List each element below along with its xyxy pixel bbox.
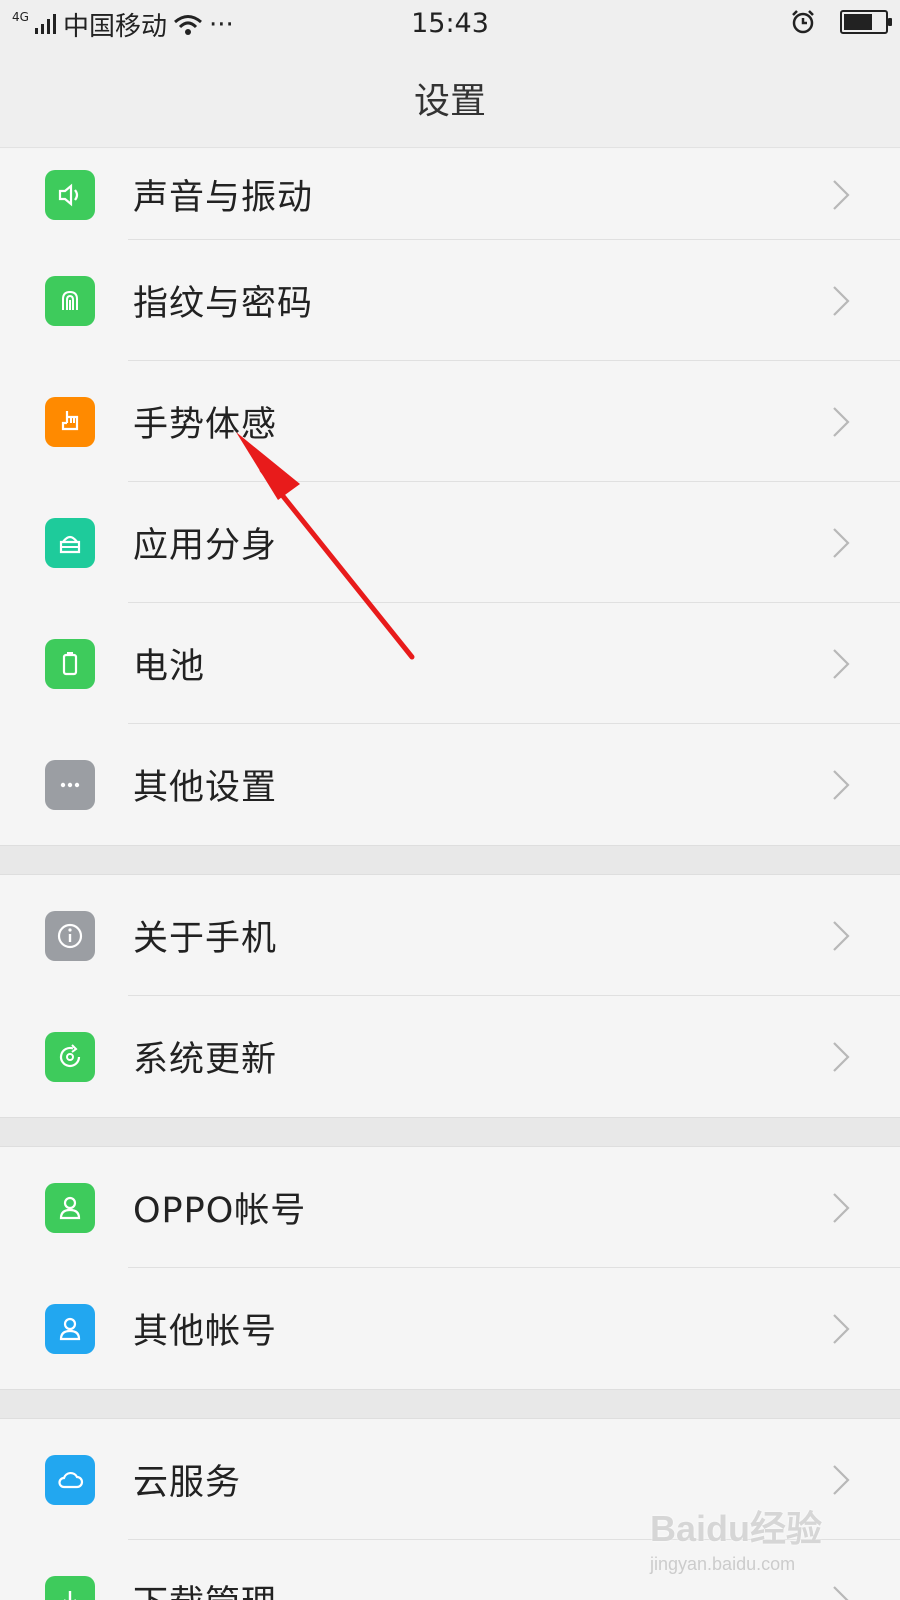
settings-item-label: 其他帐号 (133, 1312, 278, 1352)
chevron-right-icon (830, 768, 852, 802)
settings-group: 关于手机 系统更新 (0, 875, 900, 1117)
settings-item-label: 下载管理 (133, 1575, 277, 1600)
settings-item-label: 指纹与密码 (133, 284, 314, 324)
settings-item-label: 电池 (133, 647, 206, 687)
settings-item-label: 云服务 (133, 1463, 242, 1503)
watermark-sub: jingyan.baidu.com (650, 1554, 796, 1574)
settings-group: 声音与振动指纹与密码手势体感应用分身电池其他设置 (0, 149, 900, 845)
battery-icon (840, 10, 892, 34)
battery-icon (45, 638, 95, 689)
download-icon (45, 1575, 95, 1600)
chevron-right-icon (830, 1463, 852, 1497)
status-bar: 4G 中国移动 ··· 15:43 (0, 0, 900, 48)
chevron-right-icon (830, 1584, 852, 1600)
settings-item-label: 声音与振动 (133, 178, 314, 218)
chevron-right-icon (830, 178, 852, 212)
chevron-right-icon (830, 647, 852, 681)
settings-item-5[interactable]: 其他设置 (0, 724, 900, 845)
settings-item-9[interactable]: 其他帐号 (0, 1268, 900, 1389)
more-icon (45, 759, 95, 810)
chevron-right-icon (830, 405, 852, 439)
settings-item-4[interactable]: 电池 (0, 603, 900, 724)
user-icon (45, 1303, 95, 1354)
chevron-right-icon (830, 1040, 852, 1074)
section-divider (0, 1389, 900, 1419)
settings-list: 声音与振动指纹与密码手势体感应用分身电池其他设置关于手机系统更新 OPPO帐号 其他… (0, 149, 900, 1600)
clock: 15:43 (411, 8, 489, 39)
settings-item-1[interactable]: 指纹与密码 (0, 240, 900, 361)
chevron-right-icon (830, 1191, 852, 1225)
settings-item-6[interactable]: 关于手机 (0, 875, 900, 996)
settings-item-label: 其他设置 (133, 768, 278, 808)
settings-item-label: 关于手机 (133, 919, 278, 959)
chevron-right-icon (830, 284, 852, 318)
settings-item-label: OPPO帐号 (133, 1191, 307, 1231)
settings-item-3[interactable]: 应用分身 (0, 482, 900, 603)
fingerprint-icon (45, 275, 95, 326)
chevron-right-icon (830, 919, 852, 953)
settings-item-2[interactable]: 手势体感 (0, 361, 900, 482)
chevron-right-icon (830, 1312, 852, 1346)
info-icon (45, 910, 95, 961)
update-icon (45, 1031, 95, 1082)
page-title: 设置 (413, 80, 486, 122)
settings-group: OPPO帐号 其他帐号 (0, 1147, 900, 1389)
settings-item-label: 手势体感 (133, 405, 278, 445)
gesture-icon (45, 396, 95, 447)
settings-item-label: 应用分身 (133, 526, 278, 566)
settings-item-7[interactable]: 系统更新 (0, 996, 900, 1117)
settings-item-label: 系统更新 (133, 1040, 278, 1080)
clone-app-icon (45, 517, 95, 568)
page-title-bar: 设置 (0, 48, 900, 148)
status-right (790, 9, 892, 35)
cloud-icon (45, 1454, 95, 1505)
section-divider (0, 845, 900, 875)
user-icon (45, 1182, 95, 1233)
battery-level (844, 14, 872, 30)
watermark-main: Baidu经验 (650, 1508, 823, 1549)
speaker-icon (45, 169, 95, 220)
section-divider (0, 1117, 900, 1147)
chevron-right-icon (830, 526, 852, 560)
alarm-icon (792, 10, 814, 34)
settings-item-0[interactable]: 声音与振动 (0, 149, 900, 240)
watermark: Baidu经验 jingyan.baidu.com (650, 1500, 870, 1574)
settings-item-8[interactable]: OPPO帐号 (0, 1147, 900, 1268)
